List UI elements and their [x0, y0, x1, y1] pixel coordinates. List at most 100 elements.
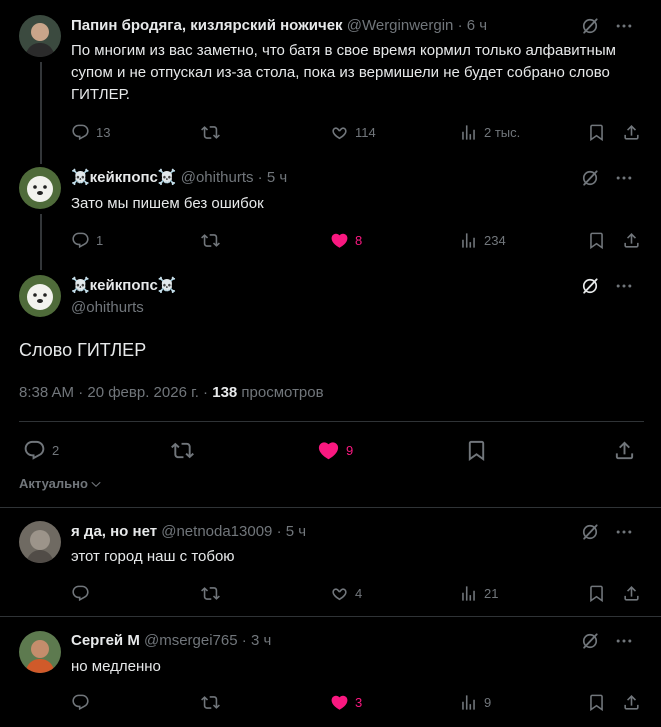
- dot-separator: ·: [276, 523, 282, 540]
- more-icon[interactable]: [613, 275, 635, 297]
- author-handle[interactable]: @netnoda13009: [161, 523, 272, 540]
- post-actions: 13 114 2 тыс.: [71, 122, 646, 142]
- bookmark-icon: [587, 231, 606, 250]
- like-icon: [330, 123, 349, 142]
- repost-icon: [201, 123, 220, 142]
- grok-icon[interactable]: [579, 167, 601, 189]
- like-button[interactable]: 9: [317, 440, 353, 460]
- post-time[interactable]: 3 ч: [251, 632, 271, 649]
- like-button[interactable]: 3: [330, 692, 362, 712]
- bookmark-icon: [465, 439, 488, 462]
- author-name[interactable]: я да, но нет: [71, 523, 157, 540]
- like-icon: [317, 439, 340, 462]
- divider: [0, 616, 661, 617]
- grok-icon[interactable]: [579, 630, 601, 652]
- reply-icon: [71, 584, 90, 603]
- views-count: 21: [484, 585, 499, 601]
- views-button[interactable]: 21: [459, 583, 498, 603]
- post-text: Слово ГИТЛЕР: [19, 340, 147, 360]
- avatar[interactable]: [19, 167, 61, 209]
- author-name[interactable]: Сергей М: [71, 632, 140, 649]
- repost-button[interactable]: [201, 122, 226, 142]
- bookmark-icon: [587, 123, 606, 142]
- avatar[interactable]: [19, 15, 61, 57]
- post-time[interactable]: 6 ч: [467, 17, 487, 34]
- share-icon: [622, 123, 641, 142]
- bookmark-button[interactable]: [587, 230, 606, 250]
- like-count: 3: [355, 694, 363, 710]
- post-header: ☠️кейкпопс☠️ @ohithurts · 5 ч: [71, 168, 287, 188]
- like-button[interactable]: 4: [330, 583, 362, 603]
- dot-separator: ·: [457, 17, 463, 34]
- author-handle[interactable]: @ohithurts: [181, 169, 254, 186]
- bookmark-button[interactable]: [587, 692, 606, 712]
- avatar[interactable]: [19, 521, 61, 563]
- views-count: 138: [212, 384, 238, 401]
- reply-button[interactable]: 2: [23, 440, 59, 460]
- author-name[interactable]: ☠️кейкпопс☠️: [71, 276, 177, 296]
- like-count: 9: [346, 442, 354, 458]
- share-button[interactable]: [613, 440, 636, 460]
- like-button[interactable]: 8: [330, 230, 362, 250]
- reply-button[interactable]: 13: [71, 122, 110, 142]
- repost-button[interactable]: [201, 230, 226, 250]
- repost-button[interactable]: [171, 440, 194, 460]
- more-icon[interactable]: [613, 521, 635, 543]
- grok-icon[interactable]: [579, 15, 601, 37]
- divider: [0, 507, 661, 508]
- grok-icon[interactable]: [579, 275, 601, 297]
- grok-icon[interactable]: [579, 521, 601, 543]
- bookmark-button[interactable]: [587, 122, 606, 142]
- avatar[interactable]: [19, 275, 61, 317]
- sort-dropdown[interactable]: Актуально: [19, 474, 102, 494]
- avatar[interactable]: [19, 631, 61, 673]
- bookmark-icon: [587, 693, 606, 712]
- views-icon: [459, 584, 478, 603]
- author-handle[interactable]: @msergei765: [144, 632, 238, 649]
- share-button[interactable]: [622, 583, 641, 603]
- post-header: я да, но нет @netnoda13009 · 5 ч: [71, 522, 306, 542]
- views-icon: [459, 693, 478, 712]
- repost-icon: [201, 231, 220, 250]
- sort-label: Актуально: [19, 476, 88, 491]
- author-name[interactable]: Папин бродяга, кизлярский ножичек: [71, 17, 343, 34]
- more-icon[interactable]: [613, 167, 635, 189]
- more-icon[interactable]: [613, 630, 635, 652]
- share-button[interactable]: [622, 692, 641, 712]
- author-name[interactable]: ☠️кейкпопс☠️: [71, 169, 177, 186]
- reply-button[interactable]: [71, 583, 96, 603]
- share-button[interactable]: [622, 122, 641, 142]
- reply-icon: [71, 693, 90, 712]
- like-icon: [330, 231, 349, 250]
- author-handle[interactable]: @Werginwergin: [347, 17, 454, 34]
- reply-count: 13: [96, 124, 111, 140]
- repost-button[interactable]: [201, 692, 220, 712]
- reply-icon: [23, 439, 46, 462]
- post-time[interactable]: 5 ч: [286, 523, 306, 540]
- post-time[interactable]: 5 ч: [267, 169, 287, 186]
- post-meta: 8:38 AM · 20 февр. 2026 г. · 138 просмот…: [19, 382, 324, 404]
- reply-count: 1: [96, 232, 104, 248]
- post-actions: 1 8 234: [71, 230, 646, 250]
- bookmark-button[interactable]: [465, 440, 488, 460]
- views-button[interactable]: 234: [459, 230, 506, 250]
- repost-button[interactable]: [201, 583, 220, 603]
- bookmark-button[interactable]: [587, 583, 606, 603]
- more-icon[interactable]: [613, 15, 635, 37]
- like-button[interactable]: 114: [330, 122, 376, 142]
- reply-icon: [71, 123, 90, 142]
- views-button[interactable]: 9: [459, 692, 491, 712]
- post-text: но медленно: [71, 658, 161, 675]
- views-button[interactable]: 2 тыс.: [459, 122, 520, 142]
- share-icon: [622, 584, 641, 603]
- share-button[interactable]: [622, 230, 641, 250]
- reply-button[interactable]: 1: [71, 230, 103, 250]
- like-count: 4: [355, 585, 363, 601]
- reply-button[interactable]: [71, 692, 96, 712]
- author-handle[interactable]: @ohithurts: [71, 298, 144, 318]
- post-text: Зато мы пишем без ошибок: [71, 195, 264, 212]
- share-icon: [613, 439, 636, 462]
- like-icon: [330, 584, 349, 603]
- post-timestamp[interactable]: 8:38 AM · 20 февр. 2026 г. ·: [19, 384, 212, 401]
- views-count: 2 тыс.: [484, 124, 521, 140]
